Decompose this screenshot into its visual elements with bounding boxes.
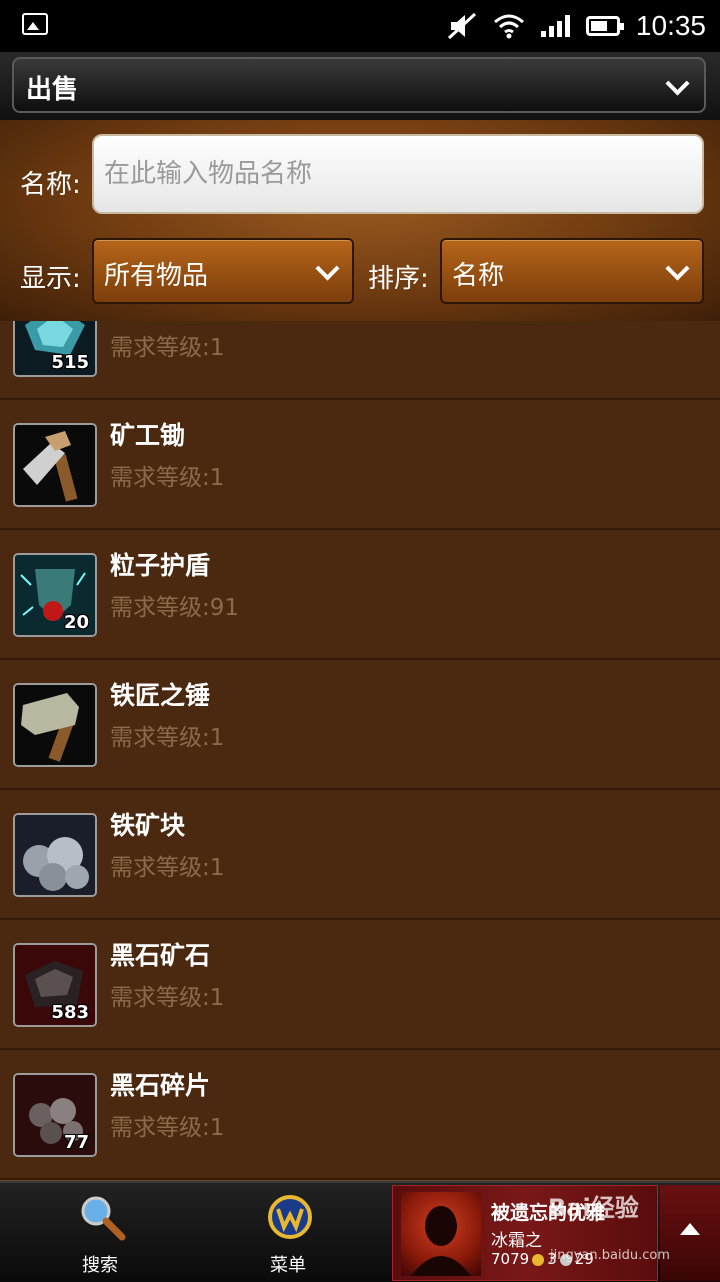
item-count: 77 bbox=[63, 1132, 89, 1153]
item-level: 需求等级:1 bbox=[110, 1115, 225, 1141]
item-name: 铁矿块 bbox=[110, 811, 186, 840]
chevron-down-icon bbox=[665, 71, 690, 96]
search-label: 搜索 bbox=[82, 1255, 118, 1276]
gold-coin-icon bbox=[532, 1253, 545, 1266]
item-level: 需求等级:1 bbox=[110, 335, 225, 361]
watermark-brand: Bai经验 bbox=[548, 1194, 639, 1222]
item-name-input[interactable]: 在此输入物品名称 bbox=[92, 134, 704, 214]
list-item[interactable]: 铁匠之锤 需求等级:1 bbox=[0, 660, 720, 791]
wow-logo-icon bbox=[268, 1195, 312, 1239]
item-name: 铁匠之锤 bbox=[110, 681, 211, 710]
sort-dropdown[interactable]: 名称 bbox=[440, 238, 704, 304]
mute-icon bbox=[447, 12, 476, 40]
blackrock-ore-icon: 583 bbox=[13, 943, 97, 1027]
display-value: 所有物品 bbox=[104, 261, 209, 291]
item-name: 粒子护盾 bbox=[110, 551, 211, 580]
item-level: 需求等级:1 bbox=[110, 465, 225, 491]
mode-label: 出售 bbox=[26, 75, 79, 105]
sort-label: 排序: bbox=[368, 264, 429, 294]
sort-value: 名称 bbox=[452, 261, 505, 291]
item-count: 20 bbox=[63, 612, 89, 633]
filter-panel: 名称: 在此输入物品名称 显示: 所有物品 排序: 名称 bbox=[0, 120, 720, 321]
status-icons: 10:35 bbox=[447, 8, 706, 44]
top-bar: 出售 bbox=[0, 52, 720, 120]
battery-icon bbox=[585, 16, 624, 36]
display-dropdown[interactable]: 所有物品 bbox=[92, 238, 354, 304]
item-level: 需求等级:1 bbox=[110, 725, 225, 751]
list-item[interactable]: 铁矿块 需求等级:1 bbox=[0, 790, 720, 921]
item-level: 需求等级:1 bbox=[110, 855, 225, 881]
particle-shield-icon: 20 bbox=[13, 553, 97, 637]
avatar bbox=[401, 1192, 481, 1276]
blackrock-fragment-icon: 77 bbox=[13, 1073, 97, 1157]
image-notification-icon bbox=[22, 13, 48, 35]
gold-amount: 7079 bbox=[491, 1250, 530, 1268]
wifi-icon bbox=[493, 14, 524, 39]
list-item[interactable]: 20 粒子护盾 需求等级:91 bbox=[0, 530, 720, 661]
item-list[interactable]: 515 需求等级:1 矿工锄 需求等级:1 20 粒子护盾 需求等级:91 铁匠… bbox=[0, 321, 720, 1181]
expand-button[interactable] bbox=[660, 1185, 720, 1281]
character-realm: 冰霜之 bbox=[491, 1231, 542, 1251]
item-level: 需求等级:1 bbox=[110, 985, 225, 1011]
search-icon bbox=[81, 1196, 126, 1241]
iron-ore-icon bbox=[13, 813, 97, 897]
item-name: 矿工锄 bbox=[110, 421, 186, 450]
arrow-up-icon bbox=[680, 1223, 700, 1235]
item-name: 黑石矿石 bbox=[110, 941, 211, 970]
mining-pick-icon bbox=[13, 423, 97, 507]
list-item[interactable]: 515 需求等级:1 bbox=[0, 321, 720, 401]
chevron-down-icon bbox=[665, 256, 690, 281]
signal-icon bbox=[540, 15, 570, 37]
display-label: 显示: bbox=[20, 264, 81, 294]
item-count: 583 bbox=[51, 1002, 89, 1023]
item-name: 黑石碎片 bbox=[110, 1071, 211, 1100]
item-level: 需求等级:91 bbox=[110, 595, 240, 621]
menu-label: 菜单 bbox=[270, 1255, 306, 1276]
watermark-url: jingyan.baidu.com bbox=[550, 1248, 670, 1263]
name-label: 名称: bbox=[20, 170, 81, 200]
status-bar: 10:35 bbox=[0, 0, 720, 52]
blacksmith-hammer-icon bbox=[13, 683, 97, 767]
menu-tab[interactable]: 菜单 bbox=[194, 1183, 382, 1282]
search-tab[interactable]: 搜索 bbox=[6, 1183, 194, 1282]
list-item[interactable]: 583 黑石矿石 需求等级:1 bbox=[0, 920, 720, 1051]
chevron-down-icon bbox=[315, 256, 340, 281]
gem-item-icon: 515 bbox=[13, 321, 97, 377]
clock: 10:35 bbox=[635, 10, 706, 41]
item-count: 515 bbox=[51, 352, 89, 373]
list-item[interactable]: 矿工锄 需求等级:1 bbox=[0, 400, 720, 531]
list-item[interactable]: 77 黑石碎片 需求等级:1 bbox=[0, 1050, 720, 1181]
mode-dropdown[interactable]: 出售 bbox=[12, 57, 706, 113]
